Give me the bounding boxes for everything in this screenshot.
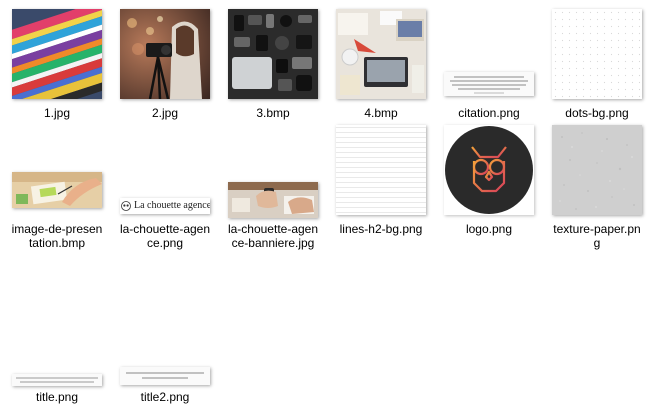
file-label: texture-paper.pn g: [553, 222, 641, 250]
thumbnail-paper-texture: [552, 125, 642, 215]
thumbnail-lines-pattern: [336, 125, 426, 215]
file-label: image-de-presen tation.bmp: [11, 222, 103, 250]
thumbnail-title: [12, 374, 102, 386]
file-label: lines-h2-bg.png: [339, 222, 423, 236]
file-label: la-chouette-agen ce.png: [119, 222, 211, 250]
file-label: title.png: [35, 390, 79, 404]
thumbnail-camera-woman: [120, 9, 210, 99]
thumbnail-desk-laptop: [336, 9, 426, 99]
thumbnail-flatlay: [228, 9, 318, 99]
file-label: 2.jpg: [151, 106, 179, 120]
file-label: la-chouette-agen ce-banniere.jpg: [227, 222, 319, 250]
file-label: citation.png: [458, 106, 520, 120]
thumbnail-owl-logo: [444, 125, 534, 215]
thumbnail-magazines: [12, 9, 102, 99]
thumbnail-hand-writing: [12, 172, 102, 208]
file-label: 3.bmp: [256, 106, 290, 120]
wordmark-text: La chouette agence: [134, 200, 210, 211]
file-label: logo.png: [465, 222, 513, 236]
file-label: dots-bg.png: [565, 106, 629, 120]
thumbnail-citation: [444, 72, 534, 96]
file-label: 4.bmp: [364, 106, 398, 120]
thumbnail-dots-pattern: [552, 9, 642, 99]
thumbnail-wordmark: La chouette agence: [120, 198, 210, 214]
file-label: 1.jpg: [43, 106, 71, 120]
file-label: title2.png: [140, 390, 190, 404]
thumbnail-desk-banner: [228, 182, 318, 218]
thumbnail-title2: [120, 367, 210, 385]
